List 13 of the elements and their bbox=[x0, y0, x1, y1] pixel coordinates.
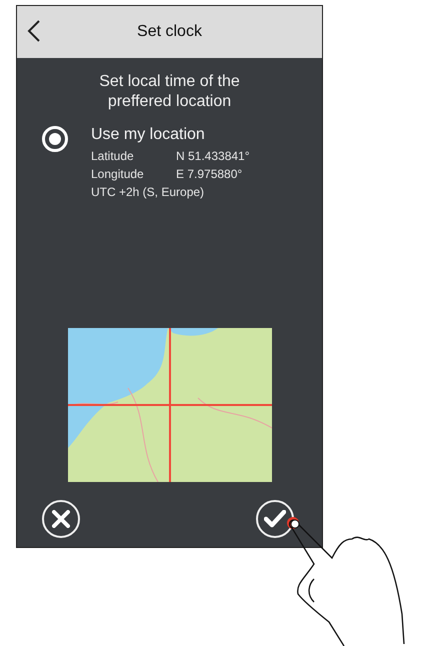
screen-title: Set clock bbox=[137, 23, 202, 41]
timezone-text: UTC +2h (S, Europe) bbox=[91, 184, 204, 201]
option-label: Use my location bbox=[91, 125, 206, 145]
coordinate-value: E 7.975880° bbox=[176, 166, 242, 183]
back-icon bbox=[27, 19, 41, 43]
cancel-button[interactable] bbox=[42, 500, 80, 538]
close-icon bbox=[52, 510, 70, 528]
coordinate-value: N 51.433841° bbox=[176, 148, 250, 165]
instruction-heading: Set local time of the preffered location bbox=[99, 72, 240, 112]
coordinate-label: Longitude bbox=[91, 166, 145, 183]
checkmark-icon bbox=[264, 510, 286, 528]
coordinate-label: Latitude bbox=[91, 148, 135, 165]
radio-button[interactable] bbox=[42, 126, 68, 152]
